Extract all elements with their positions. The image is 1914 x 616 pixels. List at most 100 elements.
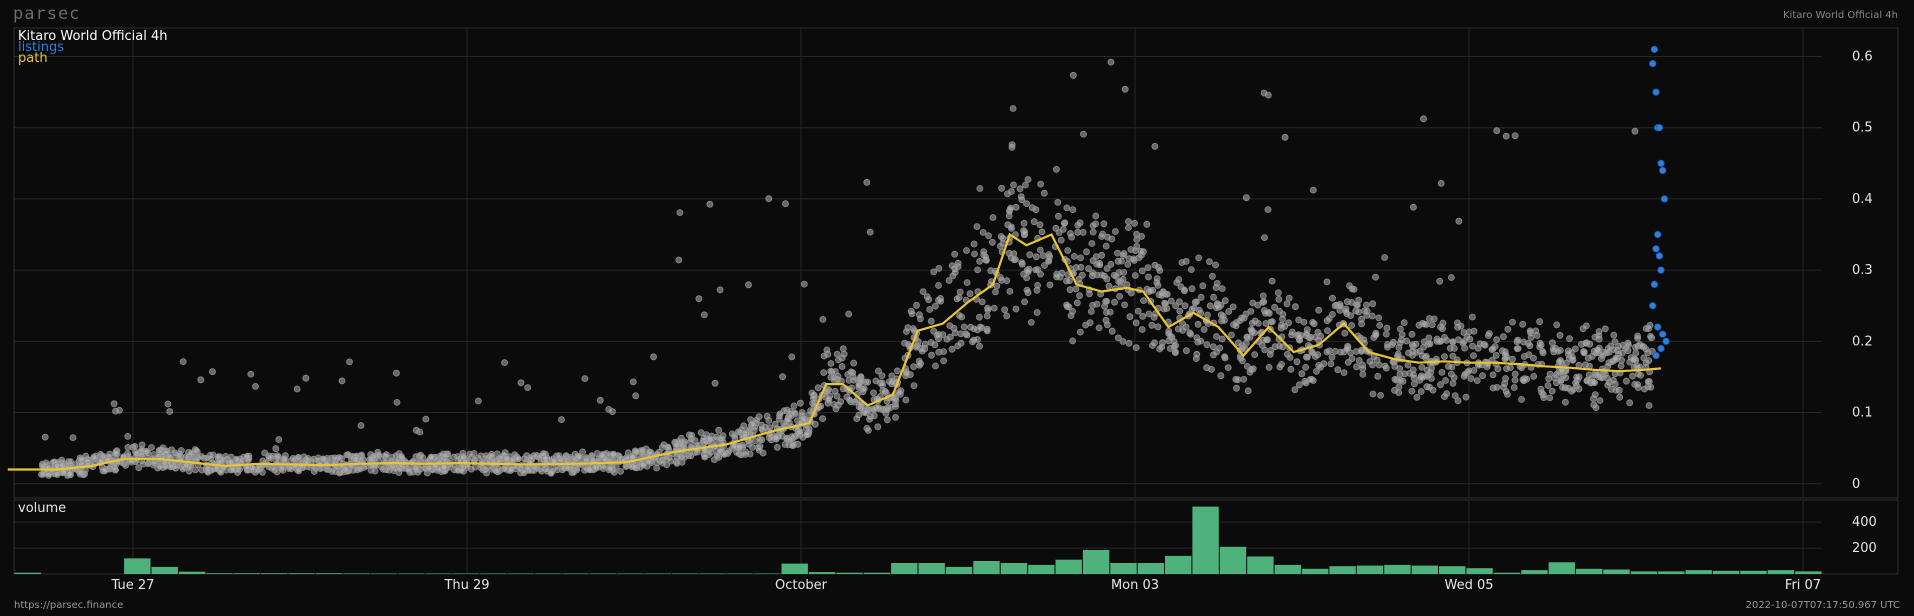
trade-point (1247, 326, 1255, 334)
trade-point (1404, 361, 1412, 369)
trade-point (1158, 343, 1166, 351)
trade-point (1448, 274, 1455, 281)
trade-point (863, 178, 871, 186)
trade-point (1527, 333, 1535, 341)
trade-point (1224, 364, 1232, 372)
trade-point (919, 288, 927, 296)
trade-point (1240, 375, 1248, 383)
trade-point (1053, 165, 1060, 173)
trade-point (956, 288, 964, 296)
trade-point (1437, 179, 1445, 187)
trade-point (1426, 340, 1434, 348)
trade-point (1176, 307, 1184, 315)
trade-point (375, 452, 383, 460)
trade-point (798, 409, 806, 416)
trade-point (673, 441, 681, 449)
trade-point (1489, 371, 1497, 379)
trade-point (1266, 350, 1274, 358)
trade-point (990, 304, 998, 312)
trade-point (1249, 299, 1257, 307)
trade-point (1520, 377, 1528, 385)
trade-point (615, 452, 623, 460)
trade-point (1072, 285, 1080, 293)
y-tick-label: 0.4 (1852, 192, 1873, 207)
trade-point (932, 362, 939, 370)
trade-point (954, 342, 962, 350)
trade-point (1063, 301, 1071, 309)
trade-point (412, 426, 420, 434)
trade-point (1549, 339, 1556, 347)
trade-point (1135, 254, 1143, 262)
trade-point (1359, 365, 1367, 373)
trade-point (925, 296, 933, 304)
trade-point (1249, 319, 1256, 327)
trade-point (1353, 363, 1360, 371)
trade-point (1119, 252, 1127, 259)
trade-point (1264, 206, 1272, 214)
trade-point (1139, 312, 1147, 320)
trade-point (1446, 344, 1454, 352)
trade-point (1037, 270, 1044, 278)
volume-bar (1137, 563, 1165, 574)
trade-point (1329, 294, 1336, 302)
trade-point (1502, 350, 1509, 358)
trade-point (825, 396, 833, 403)
volume-bar (480, 573, 507, 574)
listing-point (1659, 330, 1667, 338)
volume-bar (261, 573, 288, 574)
trade-point (875, 367, 882, 375)
trade-point (1437, 337, 1445, 345)
trade-point (1465, 367, 1473, 375)
trade-point (1007, 223, 1015, 231)
volume-bar (672, 573, 699, 574)
trade-point (1156, 267, 1164, 274)
trade-point (1336, 302, 1344, 310)
trade-point (1612, 386, 1620, 394)
trade-point (1008, 188, 1015, 195)
trade-point (927, 339, 935, 346)
trade-point (1160, 305, 1168, 313)
trade-point (1503, 365, 1510, 373)
trade-point (1544, 382, 1552, 389)
trade-point (1021, 228, 1028, 236)
footer-url[interactable]: https://parsec.finance (14, 600, 123, 611)
volume-tick-label: 400 (1852, 515, 1877, 530)
trade-point (1262, 309, 1269, 317)
trade-point (706, 200, 714, 208)
trade-point (974, 266, 981, 274)
trade-point (1054, 198, 1062, 206)
footer-timestamp: 2022-10-07T07:17:50.967 UTC (1745, 600, 1900, 611)
trade-point (1562, 398, 1569, 406)
trade-point (1080, 130, 1087, 138)
trade-point (1363, 311, 1371, 319)
trade-point (344, 451, 352, 459)
trade-point (1072, 264, 1080, 271)
trade-point (39, 470, 47, 478)
trade-point (1213, 304, 1220, 312)
trade-point (1024, 176, 1032, 183)
trade-point (1449, 379, 1457, 387)
trade-point (803, 431, 811, 439)
trade-point (653, 459, 661, 467)
trade-point (483, 469, 491, 477)
trade-point (1262, 320, 1270, 327)
trade-point (503, 455, 511, 463)
volume-bar (206, 573, 233, 574)
trade-point (1467, 375, 1475, 382)
trade-point (1397, 376, 1404, 384)
trade-point (976, 257, 983, 265)
trade-point (1089, 222, 1097, 230)
trade-point (1058, 269, 1066, 277)
trade-point (1595, 344, 1603, 352)
trade-point (1596, 397, 1604, 404)
trade-point (758, 425, 766, 433)
trade-point (1016, 185, 1024, 193)
trade-point (1530, 372, 1538, 380)
trade-point (474, 397, 482, 405)
volume-bar (1685, 570, 1712, 574)
trade-point (1074, 221, 1082, 229)
trade-point (910, 363, 917, 371)
trade-point (1034, 281, 1041, 289)
listing-point (1657, 266, 1665, 274)
trade-point (1291, 386, 1299, 394)
